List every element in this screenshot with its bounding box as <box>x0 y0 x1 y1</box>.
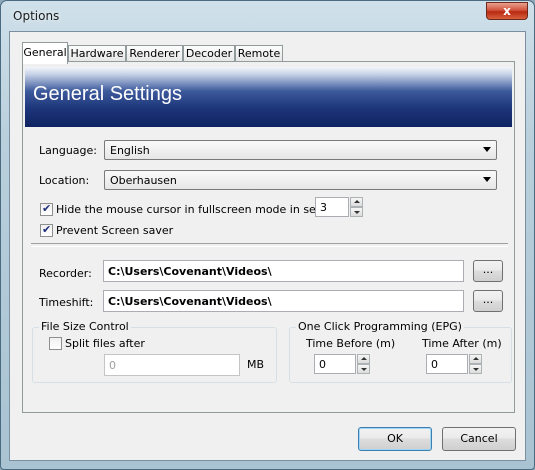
chevron-down-icon <box>483 177 491 182</box>
split-size-input[interactable]: 0 <box>104 354 240 376</box>
epg-group-caption: One Click Programming (EPG) <box>296 320 464 333</box>
spin-up-icon[interactable] <box>350 197 363 207</box>
prevent-screensaver-checkbox[interactable] <box>40 223 53 237</box>
time-after-input[interactable]: 0 <box>426 354 468 374</box>
time-after-label: Time After (m) <box>422 337 502 350</box>
spin-up-icon[interactable] <box>469 354 482 364</box>
timeshift-path-value: C:\Users\Covenant\Videos\ <box>108 295 272 308</box>
time-before-label: Time Before (m) <box>306 337 396 350</box>
time-before-spinner <box>357 354 370 374</box>
cancel-button[interactable]: Cancel <box>442 427 516 451</box>
ok-button[interactable]: OK <box>358 427 432 451</box>
banner-title: General Settings <box>33 83 182 105</box>
recorder-path-value: C:\Users\Covenant\Videos\ <box>108 265 272 278</box>
hide-cursor-checkbox[interactable] <box>40 202 53 216</box>
language-label: Language: <box>39 144 97 157</box>
close-button[interactable]: x <box>486 2 528 20</box>
location-label: Location: <box>39 174 90 187</box>
language-value: English <box>110 144 150 157</box>
hide-cursor-seconds-value: 3 <box>320 201 327 214</box>
file-size-group-caption: File Size Control <box>39 320 131 333</box>
split-size-value: 0 <box>109 359 116 372</box>
prevent-screensaver-label: Prevent Screen saver <box>56 224 174 237</box>
hide-cursor-label: Hide the mouse cursor in fullscreen mode… <box>56 203 332 216</box>
time-before-input[interactable]: 0 <box>314 354 356 374</box>
timeshift-label: Timeshift: <box>39 296 94 309</box>
split-size-unit: MB <box>247 358 265 371</box>
general-tab-panel: General Settings Language: English Locat… <box>22 61 515 413</box>
dialog-client-area: General Hardware Renderer Decoder Remote… <box>9 31 526 461</box>
spin-down-icon[interactable] <box>350 207 363 217</box>
close-icon: x <box>503 4 511 18</box>
language-dropdown[interactable]: English <box>104 140 497 160</box>
split-files-label: Split files after <box>65 337 145 350</box>
recorder-path-input[interactable]: C:\Users\Covenant\Videos\ <box>103 260 464 282</box>
spin-down-icon[interactable] <box>357 364 370 374</box>
spin-up-icon[interactable] <box>357 354 370 364</box>
time-before-value: 0 <box>319 358 326 371</box>
split-files-checkbox[interactable] <box>49 337 62 350</box>
tab-general[interactable]: General <box>22 42 68 64</box>
recorder-browse-button[interactable]: ... <box>473 260 503 282</box>
options-window: Options x General Hardware Renderer Deco… <box>0 0 535 470</box>
time-after-spinner <box>469 354 482 374</box>
time-after-value: 0 <box>431 358 438 371</box>
settings-banner: General Settings <box>25 67 512 127</box>
window-title: Options <box>13 9 60 23</box>
timeshift-browse-button[interactable]: ... <box>473 290 503 312</box>
file-size-control-group: File Size Control Split files after 0 MB <box>32 320 277 383</box>
hide-cursor-seconds-input[interactable]: 3 <box>315 197 349 217</box>
epg-group: One Click Programming (EPG) Time Before … <box>289 320 512 383</box>
hide-cursor-spinner <box>350 197 363 217</box>
recorder-label: Recorder: <box>39 267 92 280</box>
timeshift-path-input[interactable]: C:\Users\Covenant\Videos\ <box>103 290 464 312</box>
chevron-down-icon <box>483 147 491 152</box>
location-value: Oberhausen <box>110 174 177 187</box>
title-bar[interactable]: Options x <box>1 1 534 31</box>
spin-down-icon[interactable] <box>469 364 482 374</box>
separator <box>31 243 508 247</box>
location-dropdown[interactable]: Oberhausen <box>104 170 497 190</box>
